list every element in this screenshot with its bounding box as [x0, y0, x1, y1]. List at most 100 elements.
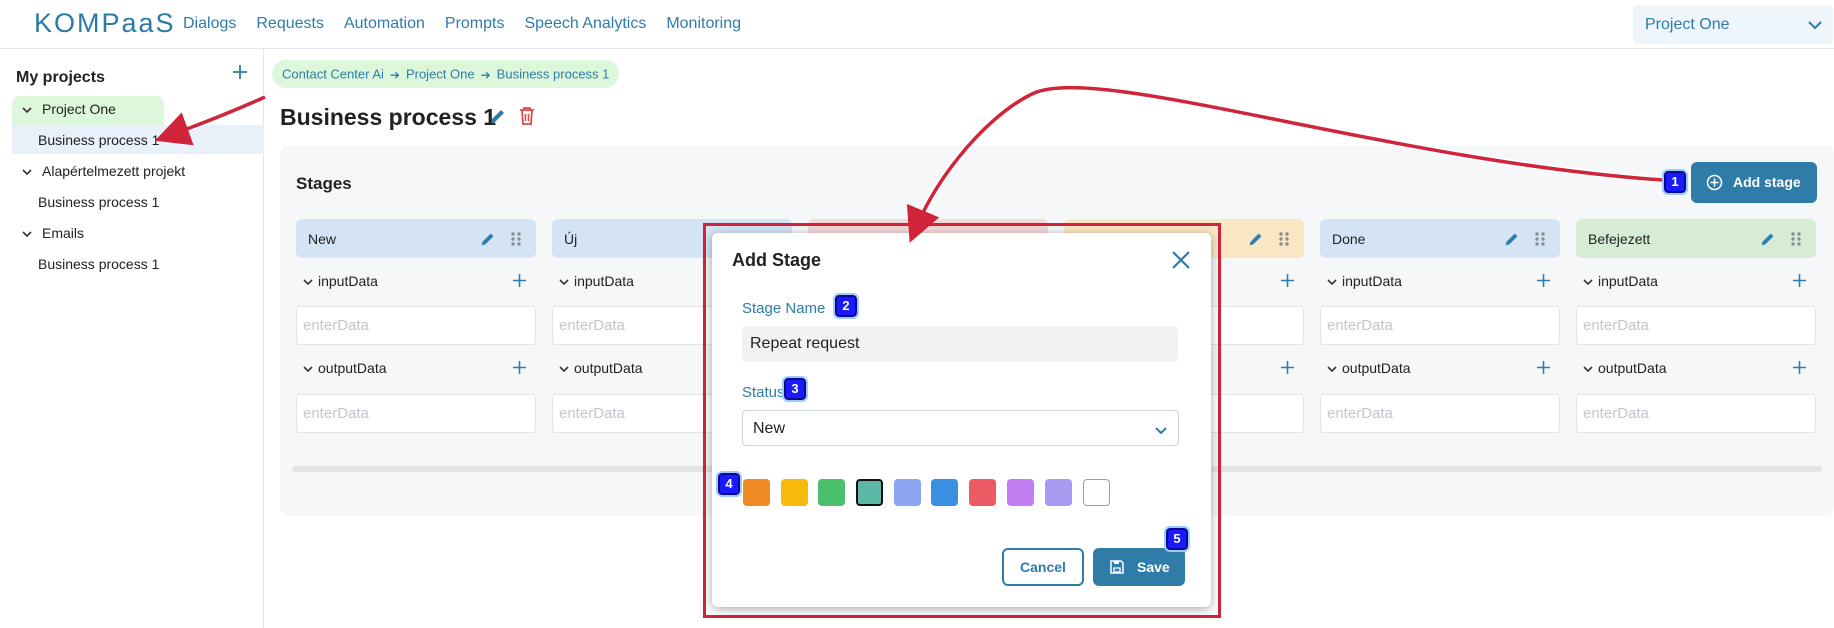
enter-data-field[interactable]: enterData	[1320, 394, 1560, 433]
arrow-right-icon: ➔	[389, 67, 400, 82]
plus-icon[interactable]	[1280, 360, 1295, 375]
chevron-down-icon	[559, 279, 569, 286]
stage-name-label: Stage Name	[742, 300, 826, 317]
output-data-section[interactable]: outputData	[296, 357, 536, 381]
plus-icon[interactable]	[1280, 273, 1295, 288]
sidebar-title: My projects	[16, 69, 105, 86]
sidebar-item-emails[interactable]: Emails	[20, 220, 84, 246]
section-label: outputData	[1598, 360, 1667, 376]
nav-requests[interactable]: Requests	[256, 15, 324, 33]
project-select[interactable]: Project One	[1633, 5, 1833, 44]
color-swatch-yellow[interactable]	[781, 479, 808, 506]
plus-icon[interactable]	[1536, 360, 1551, 375]
pencil-icon[interactable]	[479, 230, 497, 248]
arrow-right-icon: ➔	[480, 67, 491, 82]
stage-name: Done	[1332, 231, 1366, 247]
chevron-down-icon	[303, 366, 313, 373]
plus-icon[interactable]	[512, 360, 527, 375]
breadcrumb: Contact Center Ai ➔ Project One ➔ Business p…	[272, 60, 620, 88]
drag-handle-icon[interactable]	[1533, 230, 1547, 248]
section-label: inputData	[1342, 273, 1402, 289]
enter-data-field[interactable]: enterData	[1576, 394, 1816, 433]
sidebar-item-process[interactable]: Business process 1	[38, 189, 159, 215]
breadcrumb-item[interactable]: Project One	[406, 67, 475, 82]
top-bar: KOMPaaS Dialogs Requests Automation Prom…	[0, 0, 1834, 49]
nav-automation[interactable]: Automation	[344, 15, 425, 33]
output-data-section[interactable]: outputData	[1576, 357, 1816, 381]
enter-data-field[interactable]: enterData	[296, 306, 536, 345]
trash-icon[interactable]	[518, 106, 536, 126]
color-swatch-red[interactable]	[969, 479, 996, 506]
save-label: Save	[1137, 559, 1170, 575]
breadcrumb-item[interactable]: Business process 1	[497, 67, 610, 82]
drag-handle-icon[interactable]	[509, 230, 523, 248]
status-label: Status	[742, 384, 785, 401]
color-swatch-periwinkle[interactable]	[894, 479, 921, 506]
section-label: inputData	[318, 273, 378, 289]
color-swatch-green[interactable]	[818, 479, 845, 506]
save-button[interactable]: Save	[1093, 548, 1185, 586]
stage-name: New	[308, 231, 337, 247]
close-icon[interactable]	[1170, 249, 1192, 271]
chevron-down-icon	[22, 169, 32, 176]
pencil-icon[interactable]	[1247, 230, 1265, 248]
stage-header: Befejezett	[1576, 219, 1816, 258]
pencil-icon[interactable]	[1759, 230, 1777, 248]
color-swatch-orange[interactable]	[743, 479, 770, 506]
enter-data-field[interactable]: enterData	[296, 394, 536, 433]
drag-handle-icon[interactable]	[1277, 230, 1291, 248]
plus-icon[interactable]	[512, 273, 527, 288]
add-stage-button[interactable]: Add stage	[1691, 162, 1817, 203]
pencil-icon[interactable]	[1503, 230, 1521, 248]
nav-prompts[interactable]: Prompts	[445, 15, 505, 33]
chevron-down-icon	[1583, 279, 1593, 286]
project-name: Emails	[42, 225, 85, 241]
step-badge-5: 5	[1164, 526, 1190, 552]
nav-speech-analytics[interactable]: Speech Analytics	[524, 15, 646, 33]
enter-data-field[interactable]: enterData	[1320, 306, 1560, 345]
sidebar-item-process[interactable]: Business process 1	[38, 251, 159, 277]
chevron-down-icon	[303, 279, 313, 286]
project-select-value: Project One	[1645, 16, 1730, 33]
input-data-section[interactable]: inputData	[1320, 270, 1560, 294]
add-project-icon[interactable]	[232, 64, 248, 80]
step-badge-3: 3	[782, 376, 808, 402]
section-label: inputData	[574, 273, 634, 289]
output-data-section[interactable]: outputData	[1320, 357, 1560, 381]
plus-icon[interactable]	[1792, 360, 1807, 375]
pencil-icon[interactable]	[488, 106, 508, 126]
chevron-down-icon	[1155, 427, 1167, 435]
color-swatch-violet[interactable]	[1007, 479, 1034, 506]
plus-icon[interactable]	[1792, 273, 1807, 288]
input-data-section[interactable]: inputData	[296, 270, 536, 294]
color-swatch-white[interactable]	[1083, 479, 1110, 506]
floppy-disk-icon	[1110, 560, 1124, 574]
drag-handle-icon[interactable]	[1789, 230, 1803, 248]
stage-header: Done	[1320, 219, 1560, 258]
stage-name-input[interactable]	[742, 326, 1178, 362]
cancel-button[interactable]: Cancel	[1002, 548, 1084, 586]
chevron-down-icon	[559, 366, 569, 373]
status-select[interactable]: New	[742, 410, 1179, 446]
project-name: Alapértelmezett projekt	[42, 163, 186, 179]
sidebar-item-project-one[interactable]: Project One	[20, 96, 116, 122]
section-label: inputData	[1598, 273, 1658, 289]
color-swatch-teal-selected[interactable]	[856, 479, 883, 506]
color-swatch-lavender[interactable]	[1045, 479, 1072, 506]
enter-data-field[interactable]: enterData	[1576, 306, 1816, 345]
breadcrumb-item[interactable]: Contact Center Ai	[282, 67, 384, 82]
chevron-down-icon	[1327, 366, 1337, 373]
project-name: Project One	[42, 101, 116, 117]
chevron-down-icon	[1583, 366, 1593, 373]
plus-circle-icon	[1706, 174, 1723, 191]
input-data-section[interactable]: inputData	[1576, 270, 1816, 294]
color-swatch-blue[interactable]	[931, 479, 958, 506]
process-name: Business process 1	[38, 256, 160, 272]
plus-icon[interactable]	[1536, 273, 1551, 288]
sidebar-item-default-project[interactable]: Alapértelmezett projekt	[20, 158, 185, 184]
step-badge-2: 2	[833, 293, 859, 319]
sidebar-item-process[interactable]: Business process 1	[38, 127, 159, 153]
logo[interactable]: KOMPaaS	[34, 8, 176, 39]
nav-dialogs[interactable]: Dialogs	[183, 15, 236, 33]
nav-monitoring[interactable]: Monitoring	[666, 15, 741, 33]
